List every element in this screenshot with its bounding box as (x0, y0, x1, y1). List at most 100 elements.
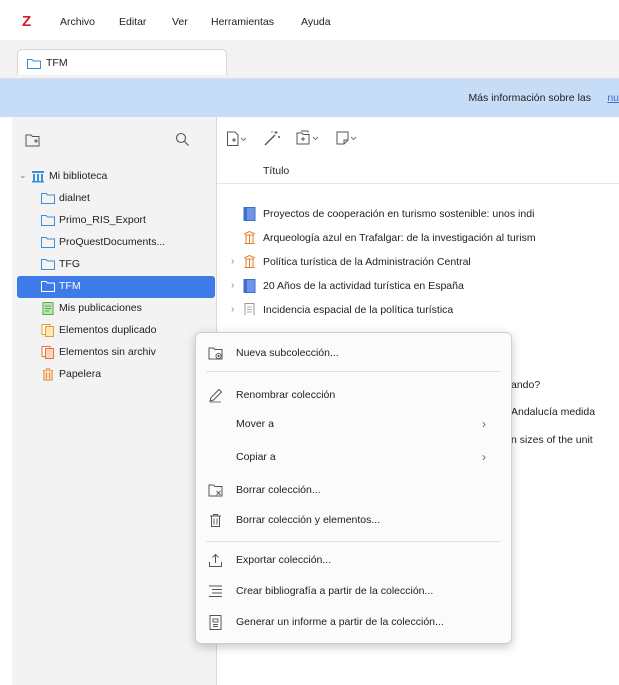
tree-row-sin-archivo[interactable]: Elementos sin archiv (17, 342, 215, 364)
menu-item-new-subcollection[interactable]: Nueva subcolección... (196, 342, 511, 364)
new-item-icon[interactable] (226, 131, 248, 147)
menu-item-delete-collection[interactable]: Borrar colección... (196, 479, 511, 501)
tree-label: Elementos duplicado (59, 324, 157, 336)
tree-label: TFM (59, 280, 81, 292)
search-icon[interactable] (175, 132, 190, 147)
item-title: Arqueología azul en Trafalgar: de la inv… (263, 232, 536, 244)
info-banner: Más información sobre las nu (0, 79, 619, 117)
tree-row-primo[interactable]: Primo_RIS_Export (17, 210, 215, 232)
item-title-partial: ando? (511, 379, 541, 391)
library-icon (32, 171, 44, 183)
bibliography-icon (209, 585, 222, 597)
tree-label: Primo_RIS_Export (59, 214, 146, 226)
folder-icon (41, 193, 55, 204)
tab-label: TFM (46, 57, 68, 69)
menu-item-label: Borrar colección... (236, 484, 321, 496)
item-title-partial: Andalucía medida (511, 406, 596, 418)
menu-item-label: Renombrar colección (236, 389, 336, 401)
folder-icon (41, 237, 55, 248)
menu-item-copy-to[interactable]: Copiar a › (196, 446, 511, 468)
tab-tfm[interactable]: TFM (17, 49, 227, 75)
banner-link[interactable]: nu (607, 92, 619, 104)
items-toolbar (217, 117, 619, 157)
menu-ayuda[interactable]: Ayuda (301, 16, 331, 29)
menu-item-rename-collection[interactable]: Renombrar colección (196, 384, 511, 406)
menu-archivo[interactable]: Archivo (60, 16, 95, 29)
duplicate-items-icon (41, 324, 54, 337)
item-title: Incidencia espacial de la política turís… (263, 304, 454, 315)
zotero-logo: Z (22, 13, 32, 30)
menu-ver[interactable]: Ver (172, 16, 188, 29)
magic-wand-icon[interactable] (263, 130, 281, 147)
collection-context-menu: Nueva subcolección... Renombrar colecció… (195, 332, 512, 644)
trash-icon (43, 368, 53, 381)
tree-row-tfg[interactable]: TFG (17, 254, 215, 276)
menu-item-label: Mover a (236, 418, 274, 430)
banner-text: Más información sobre las (468, 92, 591, 104)
menu-item-label: Copiar a (236, 451, 276, 463)
menu-item-label: Nueva subcolección... (236, 347, 339, 359)
report-icon (209, 615, 222, 630)
chevron-right-icon[interactable]: › (231, 304, 234, 315)
tree-label: ProQuestDocuments... (59, 236, 166, 248)
menu-editar[interactable]: Editar (119, 16, 146, 29)
delete-collection-icon (208, 484, 223, 497)
tree-row-papelera[interactable]: Papelera (17, 364, 215, 386)
menu-item-label: Exportar colección... (236, 554, 332, 566)
tree-row-dialnet[interactable]: dialnet (17, 188, 215, 210)
book-icon (243, 207, 256, 221)
column-title-header[interactable]: Título (263, 165, 289, 177)
folder-icon (27, 59, 41, 69)
item-title: 20 Años de la actividad turística en Esp… (263, 280, 464, 292)
chevron-right-icon[interactable]: › (231, 280, 234, 291)
menu-item-label: Crear bibliografía a partir de la colecc… (236, 585, 434, 597)
chevron-down-icon[interactable]: ⌄ (19, 170, 27, 181)
folder-icon (41, 281, 55, 292)
item-row[interactable]: › Política turística de la Administració… (217, 250, 619, 274)
tree-row-mis-publicaciones[interactable]: Mis publicaciones (17, 298, 215, 320)
tree-row-duplicados[interactable]: Elementos duplicado (17, 320, 215, 342)
document-icon (243, 255, 256, 268)
my-publications-icon (42, 302, 54, 315)
menu-separator (206, 541, 501, 542)
menu-item-move-to[interactable]: Mover a › (196, 413, 511, 435)
submenu-arrow-icon: › (482, 450, 486, 464)
tree-row-mi-biblioteca[interactable]: ⌄ Mi biblioteca (17, 166, 215, 188)
menu-item-delete-collection-and-items[interactable]: Borrar colección y elementos... (196, 509, 511, 531)
menu-item-label: Generar un informe a partir de la colecc… (236, 616, 444, 628)
items-column-header: Título (217, 159, 619, 184)
item-title: Política turística de la Administración … (263, 256, 471, 268)
book-icon (243, 279, 256, 293)
add-attachment-icon[interactable] (295, 130, 321, 147)
menu-item-create-bibliography[interactable]: Crear bibliografía a partir de la colecc… (196, 580, 511, 602)
tree-row-proquest[interactable]: ProQuestDocuments... (17, 232, 215, 254)
tree-label: Elementos sin archiv (59, 346, 156, 358)
chevron-right-icon[interactable]: › (231, 256, 234, 267)
menu-herramientas[interactable]: Herramientas (211, 16, 274, 29)
pencil-icon (209, 388, 223, 403)
new-note-icon[interactable] (335, 130, 359, 147)
collections-pane: ⌄ Mi biblioteca dialnet Primo_RIS_Export… (12, 117, 217, 685)
export-icon (209, 553, 222, 567)
menu-item-export-collection[interactable]: Exportar colección... (196, 549, 511, 571)
tab-bar: TFM (0, 40, 619, 79)
folder-icon (41, 215, 55, 226)
menu-item-generate-report[interactable]: Generar un informe a partir de la colecc… (196, 611, 511, 633)
item-row[interactable]: Proyectos de cooperación en turismo sost… (217, 202, 619, 226)
item-row[interactable]: › Incidencia espacial de la política tur… (217, 298, 619, 315)
new-collection-icon[interactable] (25, 133, 41, 148)
new-subcollection-icon (208, 347, 223, 360)
trash-icon (210, 514, 221, 527)
item-row[interactable]: › 20 Años de la actividad turística en E… (217, 274, 619, 298)
folder-icon (41, 259, 55, 270)
menu-separator (206, 371, 501, 372)
unfiled-items-icon (41, 346, 54, 359)
document-icon (244, 303, 255, 315)
tree-label: Papelera (59, 368, 102, 380)
menu-item-label: Borrar colección y elementos... (236, 514, 381, 526)
item-row[interactable]: Arqueología azul en Trafalgar: de la inv… (217, 226, 619, 250)
item-title: Proyectos de cooperación en turismo sost… (263, 208, 535, 220)
submenu-arrow-icon: › (482, 417, 486, 431)
tree-row-tfm[interactable]: TFM (17, 276, 215, 298)
document-icon (243, 231, 256, 244)
